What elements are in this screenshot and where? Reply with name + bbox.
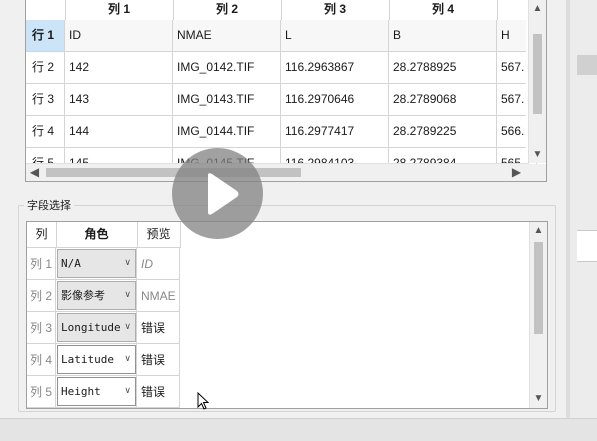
- row-header[interactable]: 行 3: [26, 84, 65, 115]
- chevron-down-icon[interactable]: ∨: [124, 346, 131, 373]
- role-value: Height: [61, 385, 101, 398]
- role-value: 影像参考: [61, 289, 105, 302]
- scroll-up-icon[interactable]: ▲: [529, 0, 546, 17]
- chevron-down-icon[interactable]: ∨: [124, 378, 131, 405]
- chevron-down-icon[interactable]: ∨: [124, 282, 131, 309]
- table-cell[interactable]: 142: [65, 52, 173, 83]
- dialog-border: [566, 0, 570, 440]
- chevron-down-icon[interactable]: ∨: [124, 250, 131, 277]
- role-cell[interactable]: Longitude ∨: [56, 312, 137, 344]
- chevron-down-icon[interactable]: ∨: [124, 314, 131, 341]
- background-panel: [577, 230, 597, 262]
- dialog-bottom-bar: [0, 418, 597, 441]
- row-header: 列 1: [27, 248, 56, 280]
- preview-table[interactable]: 列 1 列 2 列 3 列 4 行 1 ID NMAE L B H 行 2 14…: [25, 0, 547, 182]
- table-cell[interactable]: 28.2789068: [389, 84, 497, 115]
- table-cell[interactable]: IMG_0143.TIF: [173, 84, 281, 115]
- scrollbar-corner: [529, 164, 546, 181]
- role-dropdown[interactable]: N/A ∨: [57, 249, 136, 278]
- role-cell[interactable]: 影像参考 ∨: [56, 280, 137, 312]
- column-header-row: 列 1 列 2 列 3 列 4: [26, 0, 538, 21]
- table-cell[interactable]: 144: [65, 116, 173, 147]
- role-cell[interactable]: N/A ∨: [56, 248, 137, 280]
- role-cell[interactable]: Height ∨: [56, 376, 137, 408]
- mouse-cursor-icon: [197, 391, 211, 415]
- column-header[interactable]: 列 2: [173, 0, 282, 20]
- column-header: 列: [27, 222, 57, 248]
- role-value: Longitude: [61, 321, 121, 334]
- row-header: 列 4: [27, 344, 56, 376]
- role-value: Latitude: [61, 353, 114, 366]
- table-cell[interactable]: L: [281, 20, 389, 51]
- scrollbar-thumb[interactable]: [534, 242, 543, 334]
- role-cell[interactable]: Latitude ∨: [56, 344, 137, 376]
- row-header[interactable]: 行 1: [26, 20, 65, 51]
- table-cell[interactable]: 143: [65, 84, 173, 115]
- table-cell[interactable]: 116.2970646: [281, 84, 389, 115]
- corner-header: [26, 0, 66, 20]
- scroll-down-icon[interactable]: ▼: [530, 390, 547, 407]
- row-header: 列 2: [27, 280, 56, 312]
- table-row[interactable]: 行 1 ID NMAE L B H: [26, 20, 537, 52]
- preview-cell: ID: [137, 248, 180, 280]
- background-panel: [577, 55, 597, 75]
- vertical-scrollbar[interactable]: ▲ ▼: [528, 0, 546, 163]
- table-cell[interactable]: IMG_0142.TIF: [173, 52, 281, 83]
- table-cell[interactable]: 28.2788925: [389, 52, 497, 83]
- role-dropdown[interactable]: 影像参考 ∨: [57, 281, 136, 310]
- preview-cell: 错误: [137, 344, 180, 376]
- row-header[interactable]: 行 2: [26, 52, 65, 83]
- table-row[interactable]: 行 4 144 IMG_0144.TIF 116.2977417 28.2789…: [26, 116, 537, 148]
- table-cell[interactable]: IMG_0144.TIF: [173, 116, 281, 147]
- column-header[interactable]: 列 1: [65, 0, 174, 20]
- role-dropdown[interactable]: Height ∨: [57, 377, 136, 406]
- column-header[interactable]: 列 4: [389, 0, 498, 20]
- preview-cell: 错误: [137, 376, 180, 408]
- row-header: 列 5: [27, 376, 56, 408]
- table-row[interactable]: 行 3 143 IMG_0143.TIF 116.2970646 28.2789…: [26, 84, 537, 116]
- play-icon: [208, 173, 239, 215]
- row-header[interactable]: 行 4: [26, 116, 65, 147]
- table-cell[interactable]: 28.2789225: [389, 116, 497, 147]
- role-value: N/A: [61, 257, 81, 270]
- scrollbar-thumb[interactable]: [533, 34, 542, 114]
- role-dropdown[interactable]: Longitude ∨: [57, 313, 136, 342]
- group-title: 字段选择: [24, 197, 74, 213]
- preview-cell: NMAE: [137, 280, 180, 312]
- column-header[interactable]: 列 3: [281, 0, 390, 20]
- table-cell[interactable]: 116.2963867: [281, 52, 389, 83]
- scroll-left-icon[interactable]: ◀: [26, 164, 43, 181]
- scroll-right-icon[interactable]: ▶: [508, 164, 525, 181]
- table-cell[interactable]: NMAE: [173, 20, 281, 51]
- horizontal-scrollbar[interactable]: ◀ ▶: [26, 163, 529, 181]
- table-cell[interactable]: ID: [65, 20, 173, 51]
- preview-cell: 错误: [137, 312, 180, 344]
- column-header: 角色: [56, 222, 138, 248]
- table-cell[interactable]: 116.2977417: [281, 116, 389, 147]
- vertical-scrollbar[interactable]: ▲ ▼: [529, 222, 547, 408]
- role-dropdown[interactable]: Latitude ∨: [57, 345, 136, 374]
- table-row[interactable]: 行 2 142 IMG_0142.TIF 116.2963867 28.2788…: [26, 52, 537, 84]
- play-button[interactable]: [172, 148, 263, 239]
- scroll-down-icon[interactable]: ▼: [529, 146, 546, 163]
- field-select-table[interactable]: 列 角色 预览 列 1 N/A ∨ ID 列 2 影像参考 ∨ NMAE 列 3 L…: [26, 221, 548, 409]
- table-cell[interactable]: B: [389, 20, 497, 51]
- row-header: 列 3: [27, 312, 56, 344]
- scroll-up-icon[interactable]: ▲: [530, 222, 547, 239]
